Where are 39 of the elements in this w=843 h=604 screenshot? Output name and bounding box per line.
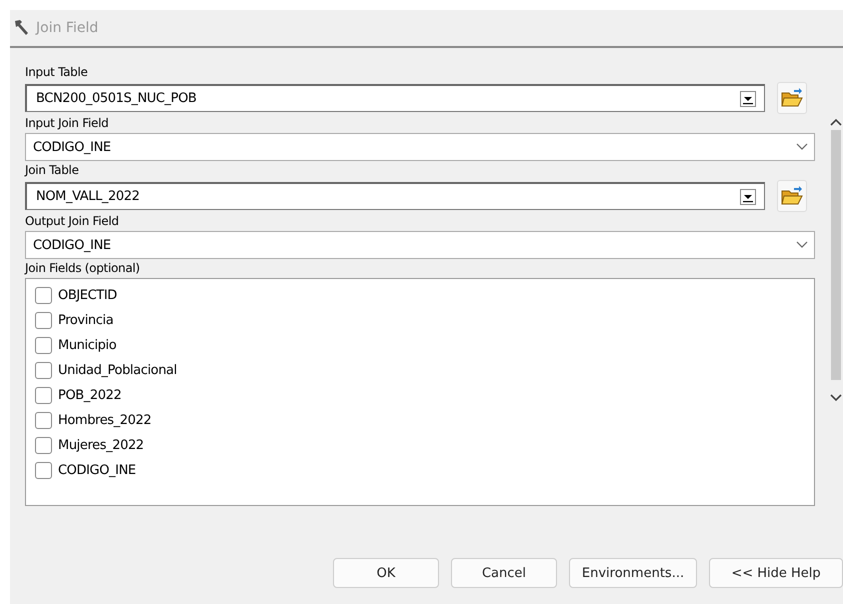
folder-icon — [781, 88, 803, 108]
dialog-button[interactable]: OK — [333, 558, 439, 588]
field-dropdown[interactable]: CODIGO_INE — [25, 231, 815, 259]
checkbox[interactable] — [35, 412, 52, 429]
field-label: Input Table — [25, 64, 89, 81]
dialog-button[interactable]: Cancel — [451, 558, 557, 588]
browse-folder-button[interactable] — [777, 180, 807, 212]
field-label: Output Join Field — [25, 213, 120, 230]
checkbox[interactable] — [35, 312, 52, 329]
checkbox[interactable] — [35, 437, 52, 454]
field-dropdown[interactable]: CODIGO_INE — [25, 133, 815, 161]
folder-icon — [781, 186, 803, 206]
dialog-button[interactable]: << Hide Help — [709, 558, 843, 588]
scrollbar-thumb[interactable] — [831, 130, 841, 380]
scroll-up-icon — [830, 118, 842, 126]
table-dropdown[interactable]: BCN200_0501S_NUC_POB — [25, 84, 765, 112]
checkbox-label: Municipio — [58, 338, 116, 353]
checkbox[interactable] — [35, 462, 52, 479]
checkbox-label: OBJECTID — [58, 288, 117, 303]
field-label: Join Table — [25, 162, 80, 179]
checkbox-label: Unidad_Poblacional — [58, 363, 177, 378]
checkbox[interactable] — [35, 337, 52, 354]
field-label: Join Fields (optional) — [25, 260, 141, 277]
chevron-down-icon — [796, 241, 808, 249]
window-title: Join Field — [36, 20, 98, 36]
checkbox-label: Provincia — [58, 313, 114, 328]
table-dropdown[interactable]: NOM_VALL_2022 — [25, 182, 765, 210]
chevron-down-icon — [796, 143, 808, 151]
field-label: Input Join Field — [25, 115, 110, 132]
browse-folder-button[interactable] — [777, 82, 807, 114]
checkbox-label: CODIGO_INE — [58, 463, 136, 478]
scroll-down-icon — [830, 394, 842, 402]
checkbox[interactable] — [35, 387, 52, 404]
checkbox-label: POB_2022 — [58, 388, 122, 403]
checkbox-label: Hombres_2022 — [58, 413, 152, 428]
checkbox[interactable] — [35, 287, 52, 304]
dialog-button[interactable]: Environments... — [569, 558, 697, 588]
checkbox[interactable] — [35, 362, 52, 379]
checkbox-label: Mujeres_2022 — [58, 438, 144, 453]
